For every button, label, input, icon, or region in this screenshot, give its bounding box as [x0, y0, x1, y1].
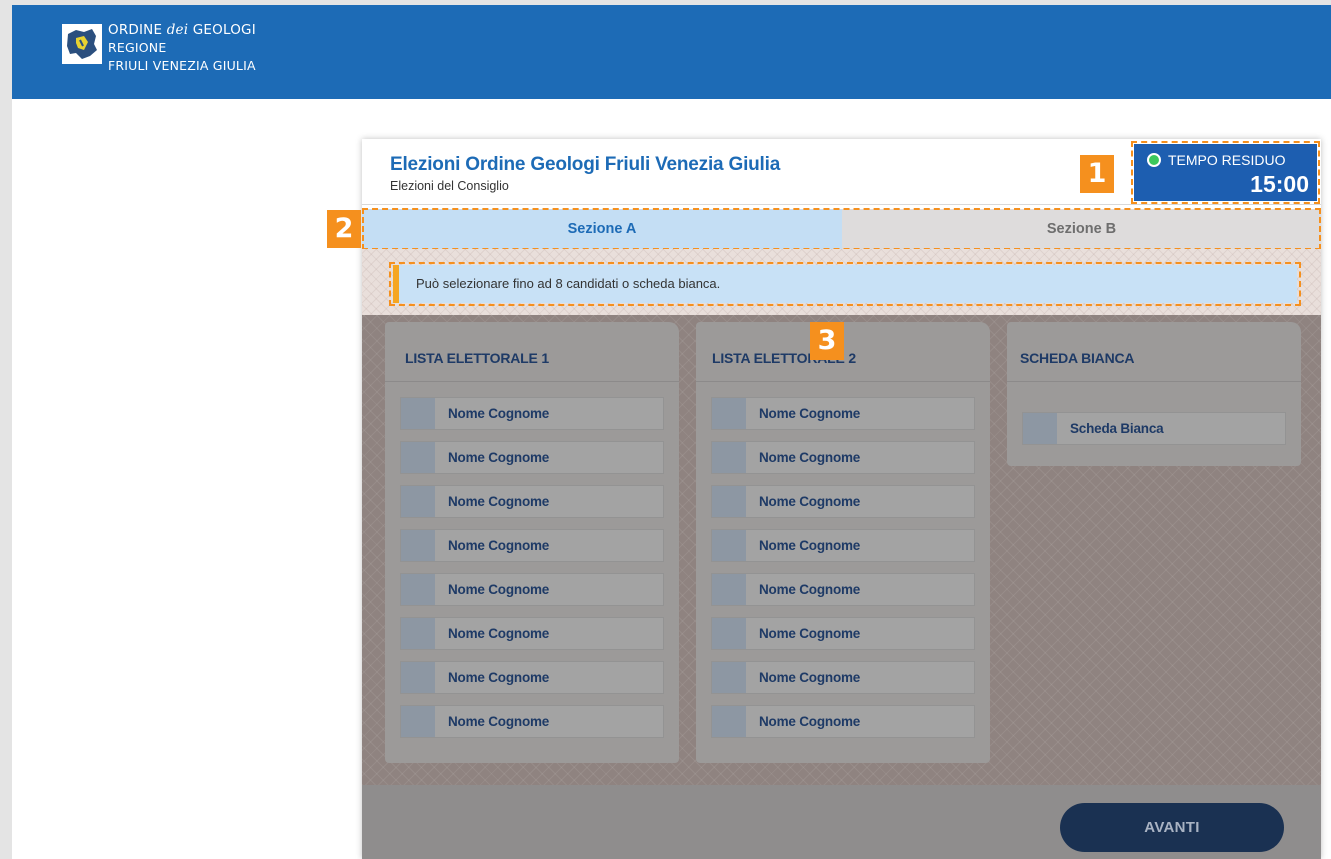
candidate-name: Nome Cognome: [448, 626, 550, 641]
candidate-option[interactable]: Nome Cognome: [711, 441, 975, 474]
candidate-name: Nome Cognome: [759, 494, 861, 509]
candidate-option[interactable]: Nome Cognome: [400, 617, 664, 650]
brand-name: ORDINE dei GEOLOGI REGIONE FRIULI VENEZI…: [108, 22, 256, 73]
candidate-name: Nome Cognome: [759, 582, 861, 597]
candidate-name: Nome Cognome: [759, 626, 861, 641]
candidate-option[interactable]: Nome Cognome: [711, 573, 975, 606]
candidate-option[interactable]: Nome Cognome: [400, 441, 664, 474]
candidate-option[interactable]: Nome Cognome: [711, 705, 975, 738]
candidate-checkbox[interactable]: [712, 530, 746, 561]
remaining-time-panel: TEMPO RESIDUO 15:00: [1134, 144, 1317, 201]
candidate-name: Nome Cognome: [448, 450, 550, 465]
candidate-name: Nome Cognome: [759, 406, 861, 421]
candidate-name: Nome Cognome: [759, 670, 861, 685]
tab-sezione-b[interactable]: Sezione B: [842, 209, 1321, 249]
candidate-checkbox[interactable]: [401, 442, 435, 473]
annotation-marker-1: 1: [1080, 155, 1114, 193]
top-bar: ORDINE dei GEOLOGI REGIONE FRIULI VENEZI…: [12, 5, 1331, 99]
list-title: SCHEDA BIANCA: [1020, 350, 1135, 366]
candidate-option[interactable]: Nome Cognome: [711, 617, 975, 650]
candidate-checkbox[interactable]: [712, 398, 746, 429]
list-header: LISTA ELETTORALE 1: [385, 322, 679, 382]
candidate-checkbox[interactable]: [712, 662, 746, 693]
candidate-option[interactable]: Nome Cognome: [711, 485, 975, 518]
candidate-name: Nome Cognome: [448, 582, 550, 597]
tab-sezione-a[interactable]: Sezione A: [362, 209, 842, 249]
candidate-option[interactable]: Nome Cognome: [400, 397, 664, 430]
candidate-option[interactable]: Nome Cognome: [711, 397, 975, 430]
selection-notice: Può selezionare fino ad 8 candidati o sc…: [393, 265, 1297, 303]
candidate-checkbox[interactable]: [401, 574, 435, 605]
election-subtitle: Elezioni del Consiglio: [390, 179, 509, 193]
section-tabs: Sezione A Sezione B: [362, 209, 1321, 249]
ballot-header: Elezioni Ordine Geologi Friuli Venezia G…: [362, 139, 1321, 205]
candidate-name: Nome Cognome: [759, 450, 861, 465]
candidate-option[interactable]: Nome Cognome: [400, 661, 664, 694]
candidate-checkbox[interactable]: [712, 442, 746, 473]
region-logo-icon: [62, 24, 102, 64]
candidate-checkbox[interactable]: [401, 662, 435, 693]
candidate-option[interactable]: Nome Cognome: [400, 705, 664, 738]
candidate-checkbox[interactable]: [401, 530, 435, 561]
timer-label: TEMPO RESIDUO: [1168, 152, 1286, 168]
candidate-name: Nome Cognome: [448, 538, 550, 553]
next-button[interactable]: AVANTI: [1060, 803, 1284, 852]
candidate-checkbox[interactable]: [401, 706, 435, 737]
candidate-checkbox[interactable]: [712, 574, 746, 605]
candidate-name: Nome Cognome: [448, 670, 550, 685]
blank-ballot-name: Scheda Bianca: [1070, 421, 1164, 436]
notice-area: Può selezionare fino ad 8 candidati o sc…: [362, 249, 1321, 315]
notice-text: Può selezionare fino ad 8 candidati o sc…: [416, 276, 721, 291]
status-dot-icon: [1147, 153, 1161, 167]
candidate-checkbox[interactable]: [401, 618, 435, 649]
blank-ballot-checkbox[interactable]: [1023, 413, 1057, 444]
electoral-list-2: LISTA ELETTORALE 2 Nome Cognome Nome Cog…: [696, 322, 990, 763]
candidate-name: Nome Cognome: [759, 714, 861, 729]
candidate-checkbox[interactable]: [712, 706, 746, 737]
candidate-option[interactable]: Nome Cognome: [400, 529, 664, 562]
annotation-marker-3: 3: [810, 322, 844, 360]
page: ORDINE dei GEOLOGI REGIONE FRIULI VENEZI…: [12, 5, 1331, 859]
candidate-checkbox[interactable]: [712, 486, 746, 517]
candidate-option[interactable]: Nome Cognome: [711, 529, 975, 562]
candidate-name: Nome Cognome: [448, 406, 550, 421]
annotation-marker-2: 2: [327, 210, 361, 248]
list-header: SCHEDA BIANCA: [1007, 322, 1301, 382]
candidate-checkbox[interactable]: [401, 486, 435, 517]
candidate-option[interactable]: Nome Cognome: [711, 661, 975, 694]
candidate-name: Nome Cognome: [448, 494, 550, 509]
blank-ballot-list: SCHEDA BIANCA Scheda Bianca: [1007, 322, 1301, 466]
candidate-checkbox[interactable]: [401, 398, 435, 429]
ballot-footer: AVANTI: [362, 785, 1321, 859]
candidate-checkbox[interactable]: [712, 618, 746, 649]
blank-ballot-option[interactable]: Scheda Bianca: [1022, 412, 1286, 445]
ballot-card: Elezioni Ordine Geologi Friuli Venezia G…: [327, 139, 1321, 859]
candidate-option[interactable]: Nome Cognome: [400, 573, 664, 606]
candidate-name: Nome Cognome: [448, 714, 550, 729]
timer-value: 15:00: [1250, 171, 1309, 197]
list-title: LISTA ELETTORALE 1: [405, 350, 549, 366]
election-title: Elezioni Ordine Geologi Friuli Venezia G…: [390, 154, 781, 175]
electoral-list-1: LISTA ELETTORALE 1 Nome Cognome Nome Cog…: [385, 322, 679, 763]
lists-area: LISTA ELETTORALE 1 Nome Cognome Nome Cog…: [362, 315, 1321, 785]
candidate-name: Nome Cognome: [759, 538, 861, 553]
candidate-option[interactable]: Nome Cognome: [400, 485, 664, 518]
